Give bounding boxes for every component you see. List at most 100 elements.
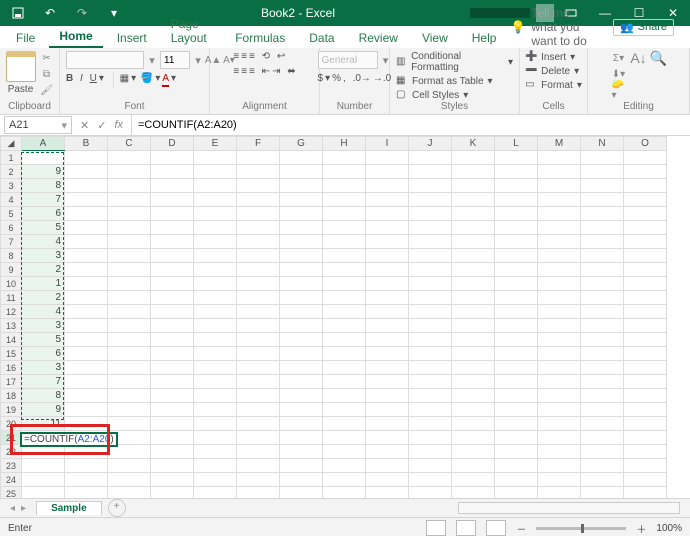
row-header-7[interactable]: 7 bbox=[1, 235, 22, 249]
tab-view[interactable]: View bbox=[412, 28, 458, 48]
cell-F25[interactable] bbox=[237, 487, 280, 500]
cell-M22[interactable] bbox=[538, 445, 581, 459]
cell-B23[interactable] bbox=[65, 459, 108, 473]
cell-M2[interactable] bbox=[538, 165, 581, 179]
cell-M11[interactable] bbox=[538, 291, 581, 305]
cell-L24[interactable] bbox=[495, 473, 538, 487]
cell-B5[interactable] bbox=[65, 207, 108, 221]
zoom-in-icon[interactable]: ＋ bbox=[636, 521, 646, 536]
row-header-1[interactable]: 1 bbox=[1, 151, 22, 165]
cell-N13[interactable] bbox=[581, 319, 624, 333]
cell-M23[interactable] bbox=[538, 459, 581, 473]
cell-N23[interactable] bbox=[581, 459, 624, 473]
cell-F5[interactable] bbox=[237, 207, 280, 221]
name-box[interactable]: A21▾ bbox=[4, 116, 72, 134]
formula-bar-input[interactable] bbox=[131, 115, 686, 135]
cell-D9[interactable] bbox=[151, 263, 194, 277]
cell-E10[interactable] bbox=[194, 277, 237, 291]
number-format-select[interactable] bbox=[318, 51, 378, 69]
cell-L18[interactable] bbox=[495, 389, 538, 403]
cell-F21[interactable] bbox=[237, 431, 280, 445]
redo-icon[interactable]: ↷ bbox=[70, 0, 94, 26]
cell-D10[interactable] bbox=[151, 277, 194, 291]
row-header-10[interactable]: 10 bbox=[1, 277, 22, 291]
cell-B25[interactable] bbox=[65, 487, 108, 500]
cell-H17[interactable] bbox=[323, 375, 366, 389]
cell-J9[interactable] bbox=[409, 263, 452, 277]
cell-B18[interactable] bbox=[65, 389, 108, 403]
cell-G16[interactable] bbox=[280, 361, 323, 375]
cell-C1[interactable] bbox=[108, 151, 151, 165]
cell-M6[interactable] bbox=[538, 221, 581, 235]
cell-E13[interactable] bbox=[194, 319, 237, 333]
cell-E25[interactable] bbox=[194, 487, 237, 500]
cell-B17[interactable] bbox=[65, 375, 108, 389]
cell-J2[interactable] bbox=[409, 165, 452, 179]
cell-J11[interactable] bbox=[409, 291, 452, 305]
row-header-23[interactable]: 23 bbox=[1, 459, 22, 473]
cell-N18[interactable] bbox=[581, 389, 624, 403]
page-break-view-icon[interactable] bbox=[486, 520, 506, 536]
cell-K1[interactable] bbox=[452, 151, 495, 165]
cell-J14[interactable] bbox=[409, 333, 452, 347]
cell-G3[interactable] bbox=[280, 179, 323, 193]
cell-G19[interactable] bbox=[280, 403, 323, 417]
cell-M7[interactable] bbox=[538, 235, 581, 249]
cell-I12[interactable] bbox=[366, 305, 409, 319]
cell-M24[interactable] bbox=[538, 473, 581, 487]
cell-H10[interactable] bbox=[323, 277, 366, 291]
cell-B24[interactable] bbox=[65, 473, 108, 487]
cell-L10[interactable] bbox=[495, 277, 538, 291]
cell-L1[interactable] bbox=[495, 151, 538, 165]
cell-C10[interactable] bbox=[108, 277, 151, 291]
enter-formula-icon[interactable]: ✓ bbox=[97, 119, 106, 132]
cell-E4[interactable] bbox=[194, 193, 237, 207]
cell-B7[interactable] bbox=[65, 235, 108, 249]
cell-K9[interactable] bbox=[452, 263, 495, 277]
find-select-icon[interactable]: 🔍 bbox=[652, 51, 666, 65]
horizontal-scrollbar[interactable] bbox=[458, 502, 680, 514]
column-header-L[interactable]: L bbox=[495, 137, 538, 151]
copy-icon[interactable]: ⧉ bbox=[40, 67, 54, 81]
cell-K21[interactable] bbox=[452, 431, 495, 445]
cell-L9[interactable] bbox=[495, 263, 538, 277]
cell-I3[interactable] bbox=[366, 179, 409, 193]
cell-G6[interactable] bbox=[280, 221, 323, 235]
cell-K16[interactable] bbox=[452, 361, 495, 375]
cell-G2[interactable] bbox=[280, 165, 323, 179]
cell-K18[interactable] bbox=[452, 389, 495, 403]
cell-F10[interactable] bbox=[237, 277, 280, 291]
tab-data[interactable]: Data bbox=[299, 28, 344, 48]
column-header-O[interactable]: O bbox=[624, 137, 667, 151]
cell-B16[interactable] bbox=[65, 361, 108, 375]
zoom-level[interactable]: 100% bbox=[656, 523, 682, 534]
cell-G4[interactable] bbox=[280, 193, 323, 207]
cell-J15[interactable] bbox=[409, 347, 452, 361]
cell-N25[interactable] bbox=[581, 487, 624, 500]
cell-H18[interactable] bbox=[323, 389, 366, 403]
cell-D12[interactable] bbox=[151, 305, 194, 319]
insert-function-icon[interactable]: fx bbox=[114, 119, 123, 131]
zoom-out-icon[interactable]: － bbox=[516, 521, 526, 536]
orientation-icon[interactable]: ⟲ bbox=[262, 51, 270, 62]
cell-B9[interactable] bbox=[65, 263, 108, 277]
tab-formulas[interactable]: Formulas bbox=[225, 28, 295, 48]
merge-icon[interactable]: ⬌ bbox=[287, 66, 295, 77]
cell-L3[interactable] bbox=[495, 179, 538, 193]
cell-M18[interactable] bbox=[538, 389, 581, 403]
column-header-K[interactable]: K bbox=[452, 137, 495, 151]
cell-O23[interactable] bbox=[624, 459, 667, 473]
cell-D6[interactable] bbox=[151, 221, 194, 235]
cell-K13[interactable] bbox=[452, 319, 495, 333]
cell-styles-button[interactable]: ▢Cell Styles ▾ bbox=[396, 89, 513, 101]
cell-B11[interactable] bbox=[65, 291, 108, 305]
cell-D16[interactable] bbox=[151, 361, 194, 375]
cell-E16[interactable] bbox=[194, 361, 237, 375]
cell-C20[interactable] bbox=[108, 417, 151, 431]
cell-N2[interactable] bbox=[581, 165, 624, 179]
cell-I17[interactable] bbox=[366, 375, 409, 389]
cell-N9[interactable] bbox=[581, 263, 624, 277]
cell-F11[interactable] bbox=[237, 291, 280, 305]
cell-J19[interactable] bbox=[409, 403, 452, 417]
save-icon[interactable] bbox=[6, 0, 30, 26]
